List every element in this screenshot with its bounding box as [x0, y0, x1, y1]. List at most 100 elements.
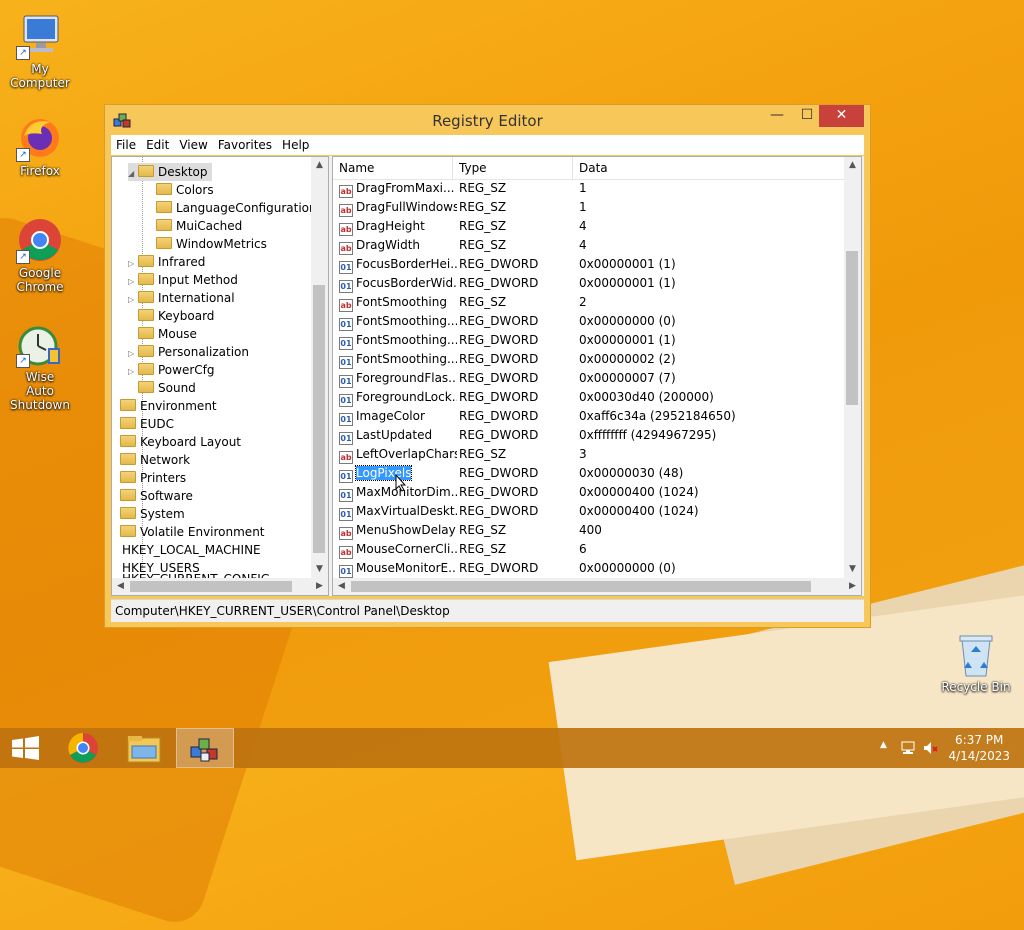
start-button[interactable] — [0, 728, 56, 768]
registry-value-row[interactable]: 01 ImageColor REG_DWORD 0xaff6c34a (2952184… — [333, 407, 845, 426]
registry-value-row[interactable]: 01 FontSmoothing... REG_DWORD 0x00000000 (0… — [333, 312, 845, 331]
column-header-type[interactable]: Type — [453, 157, 573, 179]
taskbar-file-explorer-button[interactable] — [116, 728, 172, 768]
desktop-icon-wise-auto-shutdown[interactable]: ↗ Wise Auto Shutdown — [0, 320, 80, 412]
list-horizontal-scrollbar[interactable]: ◀ ▶ — [333, 578, 861, 595]
desktop-icon-my-computer[interactable]: ↗ My Computer — [0, 12, 80, 90]
tree-item-system[interactable]: System — [120, 505, 185, 523]
value-name-cell: 01 FocusBorderWid... — [339, 274, 457, 293]
tree-item-powercfg[interactable]: ▷ PowerCfg — [128, 361, 215, 379]
tree-item-volatile-environment[interactable]: Volatile Environment — [120, 523, 265, 541]
scroll-thumb[interactable] — [313, 285, 325, 553]
registry-value-row[interactable]: ab MenuShowDelay REG_SZ 400 — [333, 521, 845, 540]
registry-value-row[interactable]: ab DragFromMaxi... REG_SZ 1 — [333, 179, 845, 198]
expand-arrow-icon[interactable]: ▷ — [128, 363, 138, 381]
registry-value-row[interactable]: 01 FocusBorderHei... REG_DWORD 0x00000001 (… — [333, 255, 845, 274]
tree-item-colors[interactable]: Colors — [156, 181, 214, 199]
registry-value-row[interactable]: 01 ForegroundFlas... REG_DWORD 0x00000007 (… — [333, 369, 845, 388]
scroll-down-arrow-icon[interactable]: ▼ — [311, 561, 328, 578]
tree-vertical-scrollbar[interactable]: ▲ ▼ — [311, 157, 328, 578]
clock[interactable]: 6:37 PM 4/14/2023 — [948, 732, 1010, 764]
value-type: REG_SZ — [459, 523, 507, 537]
tree-item-personalization[interactable]: ▷ Personalization — [128, 343, 249, 361]
title-bar[interactable]: Registry Editor — ☐ ✕ — [105, 105, 870, 135]
tree-item-keyboard[interactable]: Keyboard — [138, 307, 214, 325]
scroll-up-arrow-icon[interactable]: ▲ — [844, 157, 861, 174]
collapse-arrow-icon[interactable]: ◢ — [128, 165, 138, 183]
tree-item-environment[interactable]: Environment — [120, 397, 217, 415]
tree-item-input-method[interactable]: ▷ Input Method — [128, 271, 238, 289]
taskbar-chrome-button[interactable] — [56, 728, 112, 768]
network-icon[interactable] — [900, 740, 916, 756]
scroll-down-arrow-icon[interactable]: ▼ — [844, 561, 861, 578]
value-name-cell: 01 MaxVirtualDeskt... — [339, 502, 457, 521]
registry-value-row[interactable]: ab MouseCornerCli... REG_SZ 6 — [333, 540, 845, 559]
registry-value-row[interactable]: 01 FontSmoothing... REG_DWORD 0x00000002 (2… — [333, 350, 845, 369]
list-vertical-scrollbar[interactable]: ▲ ▼ — [844, 157, 861, 578]
registry-value-row[interactable]: 01 LogPixels REG_DWORD 0x00000030 (48) — [333, 464, 845, 483]
registry-value-row[interactable]: 01 LastUpdated REG_DWORD 0xffffffff (429496… — [333, 426, 845, 445]
taskbar-registry-editor-button[interactable] — [176, 728, 234, 768]
scroll-thumb[interactable] — [351, 581, 811, 592]
registry-value-row[interactable]: 01 MouseMonitorE... REG_DWORD 0x00000000 (0… — [333, 559, 845, 578]
value-name-cell: 01 MouseMonitorE... — [339, 559, 457, 578]
menu-file[interactable]: File — [111, 135, 141, 155]
tree-item-printers[interactable]: Printers — [120, 469, 186, 487]
menu-favorites[interactable]: Favorites — [213, 135, 277, 155]
binary-value-icon: 01 — [339, 508, 353, 521]
registry-value-row[interactable]: 01 FocusBorderWid... REG_DWORD 0x00000001 (… — [333, 274, 845, 293]
registry-value-row[interactable]: ab LeftOverlapChars REG_SZ 3 — [333, 445, 845, 464]
tree-item-international[interactable]: ▷ International — [128, 289, 235, 307]
scroll-thumb[interactable] — [846, 251, 858, 405]
scroll-up-arrow-icon[interactable]: ▲ — [311, 157, 328, 174]
menu-view[interactable]: View — [174, 135, 212, 155]
close-button[interactable]: ✕ — [819, 105, 864, 127]
tree-horizontal-scrollbar[interactable]: ◀ ▶ — [112, 578, 328, 595]
registry-value-row[interactable]: 01 MaxVirtualDeskt... REG_DWORD 0x00000400 … — [333, 502, 845, 521]
minimize-button[interactable]: — — [762, 105, 792, 127]
registry-value-row[interactable]: ab DragHeight REG_SZ 4 — [333, 217, 845, 236]
expand-arrow-icon[interactable]: ▷ — [128, 291, 138, 309]
value-data: 4 — [579, 238, 587, 252]
volume-muted-icon[interactable] — [922, 740, 938, 756]
tree-item-hkey-local-machine[interactable]: HKEY_LOCAL_MACHINE — [122, 541, 261, 559]
tree-item-muicached[interactable]: MuiCached — [156, 217, 242, 235]
tree-item-mouse[interactable]: Mouse — [138, 325, 197, 343]
tree-item-keyboard-layout[interactable]: Keyboard Layout — [120, 433, 241, 451]
desktop-icon-firefox[interactable]: ↗ Firefox — [0, 114, 80, 178]
tree-item-network[interactable]: Network — [120, 451, 190, 469]
tree-item-windowmetrics[interactable]: WindowMetrics — [156, 235, 267, 253]
menu-edit[interactable]: Edit — [141, 135, 174, 155]
show-hidden-icons-chevron-icon[interactable]: ▲ — [880, 740, 887, 750]
column-header-name[interactable]: Name — [333, 157, 453, 179]
tree-item-languageconfiguration[interactable]: LanguageConfiguration — [156, 199, 317, 217]
registry-value-row[interactable]: 01 ForegroundLock... REG_DWORD 0x00030d40 (… — [333, 388, 845, 407]
maximize-button[interactable]: ☐ — [792, 105, 822, 127]
column-header-data[interactable]: Data — [573, 157, 845, 179]
desktop-icon-recycle-bin[interactable]: Recycle Bin — [936, 630, 1016, 694]
tree-item-desktop[interactable]: ◢ Desktop — [128, 163, 212, 181]
registry-value-row[interactable]: ab DragWidth REG_SZ 4 — [333, 236, 845, 255]
scroll-right-arrow-icon[interactable]: ▶ — [311, 578, 328, 595]
value-data: 0x00000001 (1) — [579, 333, 676, 347]
menu-help[interactable]: Help — [277, 135, 314, 155]
registry-value-row[interactable]: ab FontSmoothing REG_SZ 2 — [333, 293, 845, 312]
value-name-cell: 01 ForegroundFlas... — [339, 369, 457, 388]
scroll-thumb[interactable] — [130, 581, 292, 592]
registry-value-row[interactable]: 01 FontSmoothing... REG_DWORD 0x00000001 (1… — [333, 331, 845, 350]
mouse-cursor-icon — [395, 474, 407, 492]
scroll-left-arrow-icon[interactable]: ◀ — [112, 578, 129, 595]
tree-item-sound[interactable]: Sound — [138, 379, 196, 397]
tree-item-infrared[interactable]: ▷ Infrared — [128, 253, 205, 271]
value-data: 400 — [579, 523, 602, 537]
scroll-right-arrow-icon[interactable]: ▶ — [844, 578, 861, 595]
scroll-left-arrow-icon[interactable]: ◀ — [333, 578, 350, 595]
value-name: ForegroundFlas... — [356, 371, 457, 385]
tree-item-eudc[interactable]: EUDC — [120, 415, 174, 433]
value-name: LeftOverlapChars — [356, 447, 457, 461]
tree-item-software[interactable]: Software — [120, 487, 193, 505]
registry-value-row[interactable]: 01 MaxMonitorDim... REG_DWORD 0x00000400 (1… — [333, 483, 845, 502]
desktop-icon-chrome[interactable]: ↗ Google Chrome — [0, 216, 80, 294]
binary-value-icon: 01 — [339, 565, 353, 578]
registry-value-row[interactable]: ab DragFullWindows REG_SZ 1 — [333, 198, 845, 217]
